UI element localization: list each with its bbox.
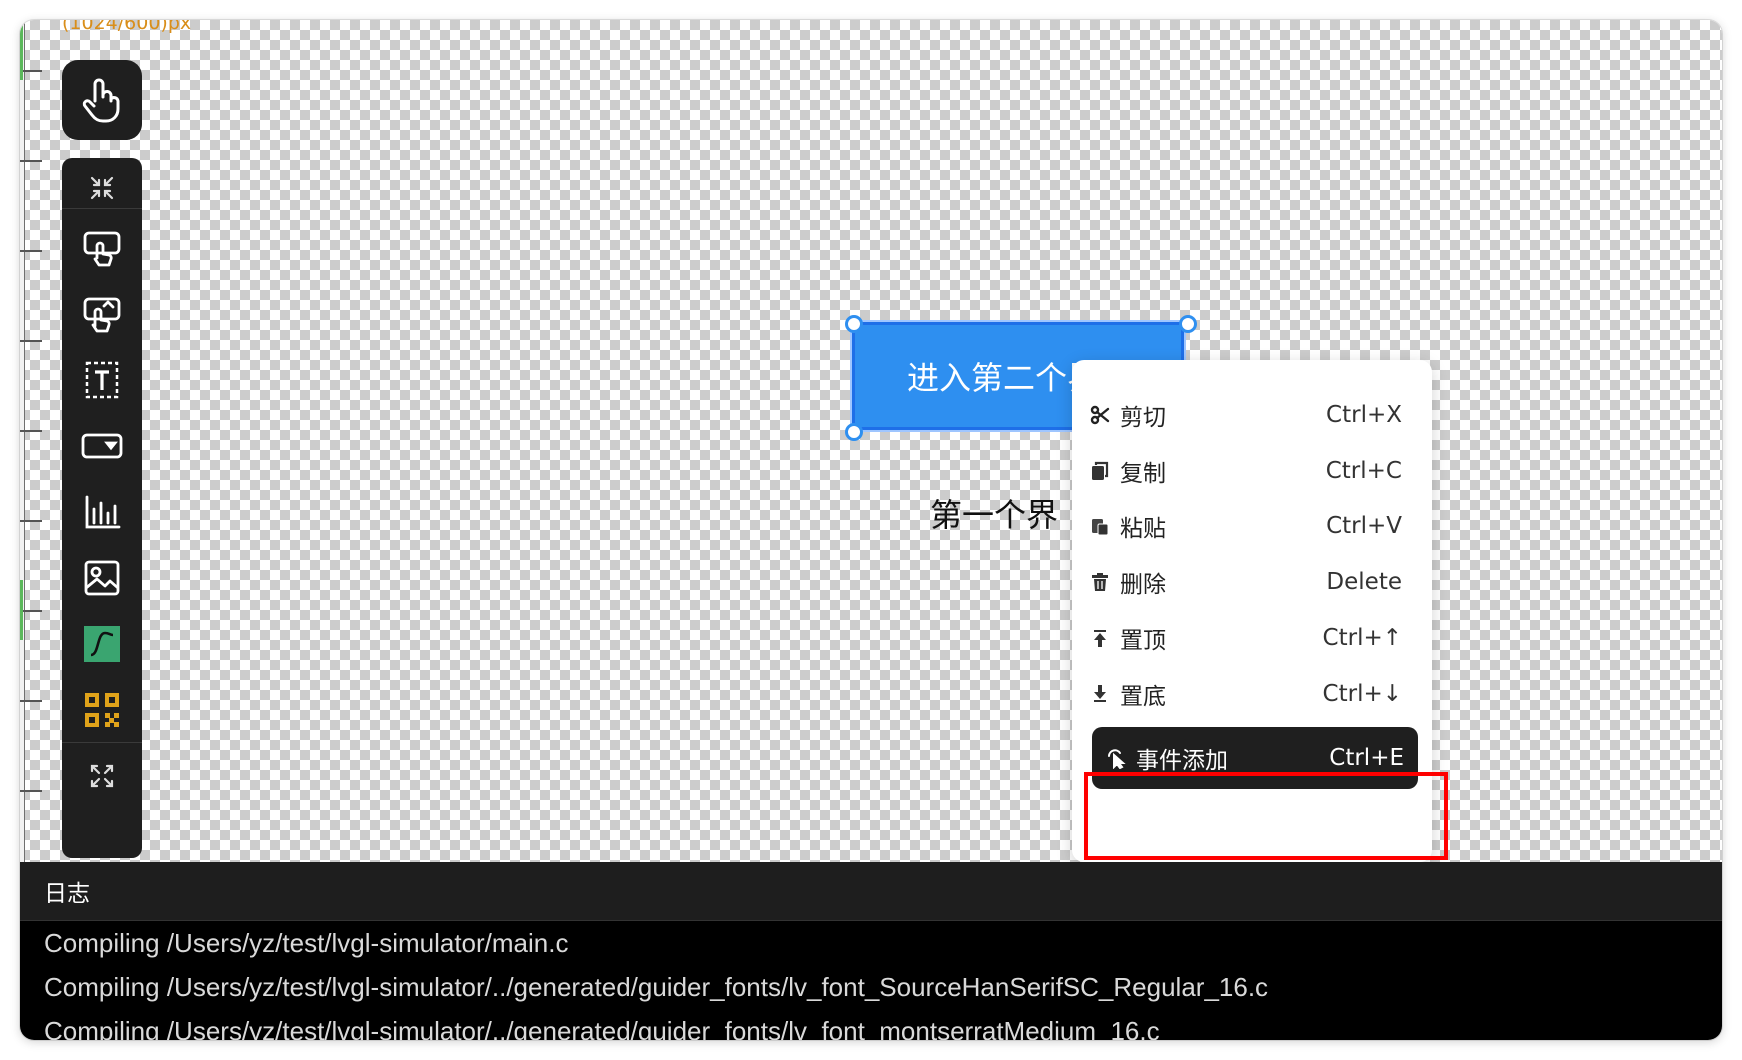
log-line: Compiling /Users/yz/test/lvgl-simulator/… xyxy=(44,972,1269,1002)
menu-item-label: 置底 xyxy=(1120,684,1166,710)
move-top-icon xyxy=(1094,630,1106,647)
tool-button-widget[interactable] xyxy=(62,218,142,278)
event-cursor-icon xyxy=(1108,749,1126,769)
menu-item-send-to-bottom[interactable]: 置底 Ctrl+↓ xyxy=(1090,666,1402,722)
tool-imgbutton-widget[interactable] xyxy=(62,284,142,344)
log-line: Compiling /Users/yz/test/lvgl-simulator/… xyxy=(44,1016,1160,1040)
tool-dropdown-widget[interactable] xyxy=(62,416,142,476)
imgbutton-widget-icon xyxy=(83,297,121,333)
menu-item-label: 剪切 xyxy=(1120,405,1166,431)
menu-item-label: 置顶 xyxy=(1120,628,1166,654)
collapse-icon xyxy=(90,176,114,200)
screen-button-label: 进入第二个界 xyxy=(907,359,1100,397)
tool-image-widget[interactable] xyxy=(62,548,142,608)
menu-item-copy[interactable]: 复制 Ctrl+C xyxy=(1090,443,1402,499)
tool-chart-widget[interactable] xyxy=(62,482,142,542)
hand-pointer-icon xyxy=(82,78,120,123)
expand-toolbar-button[interactable] xyxy=(62,746,142,806)
menu-item-label: 删除 xyxy=(1120,572,1166,598)
menu-item-cut[interactable]: 剪切 Ctrl+X xyxy=(1090,387,1402,443)
image-widget-icon xyxy=(84,560,120,596)
resize-handle-top-right[interactable] xyxy=(1179,315,1197,333)
menu-item-label: 复制 xyxy=(1120,461,1166,487)
menu-item-paste[interactable]: 粘贴 Ctrl+V xyxy=(1090,498,1402,554)
menu-item-label: 粘贴 xyxy=(1120,516,1166,542)
paste-icon xyxy=(1092,519,1109,536)
menu-item-shortcut: Ctrl+C xyxy=(1325,458,1402,484)
qrcode-widget-icon xyxy=(85,693,119,727)
tool-qrcode-widget[interactable] xyxy=(62,680,142,740)
menu-item-shortcut: Ctrl+X xyxy=(1326,402,1402,428)
dropdown-widget-icon xyxy=(81,433,123,459)
screen-label-widget[interactable]: 第一个界 xyxy=(930,490,1058,536)
design-canvas[interactable]: (1024/600)px 进入第二个界 第一个界 剪切 Ctrl+X 复制 Ct… xyxy=(20,20,1722,862)
move-bottom-icon xyxy=(1094,685,1106,702)
chart-widget-icon xyxy=(85,495,121,529)
menu-item-shortcut: Ctrl+V xyxy=(1326,513,1402,539)
screen-size-label: (1024/600)px xyxy=(62,20,192,34)
log-panel: 日志 Compiling /Users/yz/test/lvgl-simulat… xyxy=(20,862,1722,1040)
tool-label-widget[interactable] xyxy=(62,350,142,410)
menu-item-label: 事件添加 xyxy=(1136,748,1228,774)
hand-tool-button[interactable] xyxy=(62,60,142,140)
menu-item-bring-to-top[interactable]: 置顶 Ctrl+↑ xyxy=(1090,610,1402,666)
curve-widget-icon xyxy=(84,626,120,662)
menu-item-shortcut: Ctrl+↑ xyxy=(1322,625,1402,651)
label-widget-icon xyxy=(85,361,119,399)
resize-handle-top-left[interactable] xyxy=(845,315,863,333)
collapse-toolbar-button[interactable] xyxy=(62,158,142,218)
menu-item-shortcut: Ctrl+↓ xyxy=(1322,681,1402,707)
menu-item-shortcut: Delete xyxy=(1326,569,1402,595)
tool-curve-widget[interactable] xyxy=(62,614,142,674)
copy-icon xyxy=(1092,461,1109,480)
menu-item-delete[interactable]: 删除 Delete xyxy=(1090,554,1402,610)
log-line: Compiling /Users/yz/test/lvgl-simulator/… xyxy=(44,928,569,958)
expand-icon xyxy=(90,764,114,788)
log-title: 日志 xyxy=(20,862,1722,921)
scissors-icon xyxy=(1090,405,1110,425)
widget-toolbar xyxy=(62,158,142,858)
button-widget-icon xyxy=(83,231,121,267)
context-menu: 剪切 Ctrl+X 复制 Ctrl+C 粘贴 Ctrl+V 删除 Delete … xyxy=(1072,360,1432,862)
app-window: (1024/600)px 进入第二个界 第一个界 剪切 Ctrl+X 复制 Ct… xyxy=(20,20,1722,1040)
menu-item-add-event[interactable]: 事件添加 Ctrl+E xyxy=(1092,727,1418,789)
trash-icon xyxy=(1092,573,1108,591)
resize-handle-bottom-left[interactable] xyxy=(845,423,863,441)
menu-item-shortcut: Ctrl+E xyxy=(1329,745,1404,771)
vertical-ruler xyxy=(20,20,42,862)
